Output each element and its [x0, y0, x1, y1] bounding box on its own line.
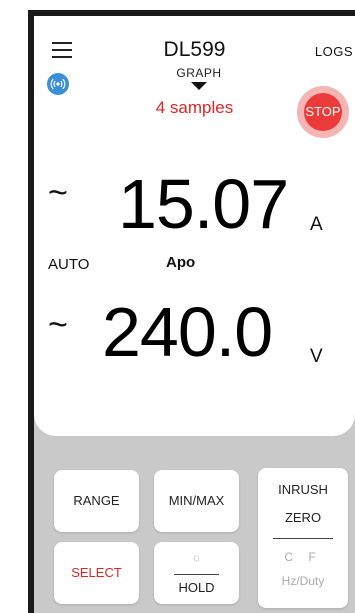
backlight-bulb-icon: ☼	[191, 550, 202, 564]
secondary-reading-unit: V	[310, 346, 323, 367]
hold-button[interactable]: ☼ HOLD	[154, 542, 239, 604]
device-frame: RANGE MIN/MAX SELECT ☼ HOLD INRUSH ZERO …	[28, 10, 355, 613]
auto-range-label: AUTO	[48, 256, 90, 273]
graph-label: GRAPH	[176, 66, 222, 80]
primary-reading-value: 15.07	[118, 165, 289, 243]
meter-screen: DL599 LOGS GRAPH 4 samples STOP ~ 15.07 …	[34, 16, 355, 436]
primary-reading-unit: A	[310, 214, 323, 235]
zero-label: ZERO	[284, 510, 322, 525]
triangle-down-icon	[191, 82, 207, 90]
hold-label: HOLD	[178, 580, 215, 595]
select-button[interactable]: SELECT	[54, 542, 139, 604]
min-max-button[interactable]: MIN/MAX	[154, 470, 239, 532]
crest-factor-label: C F	[284, 550, 322, 564]
inrush-zero-button[interactable]: INRUSH ZERO C F Hz/Duty	[258, 468, 348, 608]
device-title: DL599	[163, 38, 226, 61]
logs-link[interactable]: LOGS	[315, 44, 353, 59]
hold-divider	[174, 574, 219, 575]
stop-button[interactable]: STOP	[304, 93, 342, 131]
wireless-signal-icon[interactable]	[47, 73, 69, 95]
inrush-divider	[273, 538, 333, 539]
keypad-panel: RANGE MIN/MAX SELECT ☼ HOLD INRUSH ZERO …	[34, 410, 355, 613]
apo-label: Apo	[166, 254, 196, 271]
ac-symbol-secondary: ~	[48, 306, 68, 344]
ac-symbol-primary: ~	[48, 174, 68, 212]
graph-toggle[interactable]: GRAPH	[154, 66, 244, 90]
range-button[interactable]: RANGE	[54, 470, 139, 532]
hz-duty-label: Hz/Duty	[281, 574, 325, 588]
secondary-reading-value: 240.0	[102, 293, 273, 371]
inrush-label: INRUSH	[278, 482, 328, 497]
